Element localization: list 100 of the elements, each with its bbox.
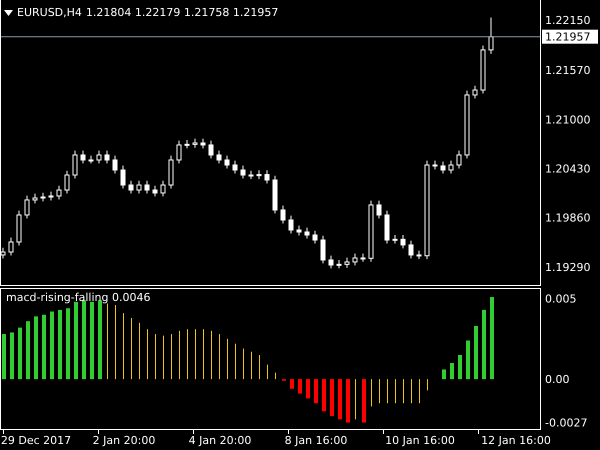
candlestick — [408, 240, 414, 259]
candlestick — [136, 180, 142, 194]
candlestick — [360, 253, 366, 262]
histogram-bar — [458, 354, 462, 380]
candlestick — [160, 180, 166, 197]
candlestick — [48, 191, 54, 201]
histogram-bar — [466, 340, 470, 380]
histogram-bar — [42, 314, 46, 380]
histogram-bar — [66, 308, 70, 380]
candlestick — [352, 253, 358, 266]
candlestick — [8, 237, 14, 256]
indicator-axis-label: 0.00 — [545, 373, 570, 386]
candlestick — [216, 150, 222, 164]
histogram-bar — [346, 379, 350, 423]
candlestick — [56, 185, 62, 200]
price-label: 1.22150 — [545, 14, 590, 28]
candlestick — [24, 195, 30, 219]
candlestick — [384, 210, 390, 244]
price-label: 1.21570 — [545, 64, 590, 78]
histogram-bar — [330, 379, 334, 416]
candlestick — [64, 170, 70, 194]
candlestick — [304, 227, 310, 239]
candlestick — [256, 170, 262, 180]
candlestick — [336, 260, 342, 269]
histogram-bar — [482, 310, 486, 380]
candlestick — [96, 150, 102, 164]
time-axis-label: 29 Dec 2017 — [0, 434, 72, 447]
candlestick — [456, 150, 462, 169]
candlestick — [432, 160, 438, 170]
histogram-bar — [450, 363, 454, 380]
price-label: 1.19860 — [545, 212, 590, 225]
indicator-title: macd-rising-falling 0.0046 — [6, 291, 150, 304]
candlestick — [480, 45, 486, 94]
histogram-bar — [2, 334, 6, 380]
candlestick — [144, 180, 150, 194]
candlestick — [120, 165, 126, 189]
candlestick — [368, 200, 374, 262]
time-axis-label: 8 Jan 16:00 — [284, 434, 348, 447]
candlestick — [296, 225, 302, 236]
candlestick — [112, 155, 118, 174]
candlestick — [416, 250, 422, 260]
candlestick — [176, 140, 182, 164]
candlestick — [32, 193, 38, 204]
time-axis-label: 10 Jan 16:00 — [385, 434, 455, 447]
histogram-bar — [442, 369, 446, 380]
candlestick — [232, 160, 238, 174]
candlestick — [392, 234, 398, 244]
candlestick — [152, 185, 158, 197]
candlestick — [288, 215, 294, 234]
time-axis-label: 12 Jan 16:00 — [481, 434, 551, 447]
histogram-bar — [58, 310, 62, 380]
candlestick — [272, 175, 278, 214]
histogram-bar — [50, 312, 54, 380]
candlestick — [312, 230, 318, 244]
histogram-bar — [474, 326, 478, 380]
price-label: 1.21000 — [545, 113, 590, 126]
candlestick — [240, 165, 246, 179]
indicator-axis-label: 0.005 — [545, 292, 576, 306]
candlestick — [472, 85, 478, 99]
current-price-label: 1.21957 — [542, 30, 598, 44]
candlestick — [344, 257, 350, 268]
candlestick — [488, 17, 494, 54]
candlestick — [88, 155, 94, 164]
histogram-bar — [26, 321, 30, 380]
candlestick — [224, 155, 230, 169]
caret-icon[interactable] — [4, 10, 13, 16]
candlestick — [104, 150, 110, 164]
histogram-bar — [322, 379, 326, 412]
candlestick — [184, 140, 190, 149]
histogram-bar — [298, 379, 302, 394]
time-axis-label: 2 Jan 20:00 — [92, 434, 156, 447]
time-axis-label: 4 Jan 20:00 — [188, 434, 252, 447]
histogram-bar — [306, 379, 310, 398]
histogram-bar — [314, 379, 318, 404]
candlestick — [248, 170, 254, 180]
candlestick — [264, 170, 270, 184]
histogram-bar — [34, 316, 38, 380]
histogram-bar — [290, 379, 294, 389]
quote-values: 1.21804 1.22179 1.21758 1.21957 — [86, 6, 278, 19]
histogram-bar — [18, 328, 22, 380]
candlestick — [168, 155, 174, 189]
candlestick — [464, 90, 470, 159]
candlestick — [16, 210, 22, 246]
candlestick — [320, 235, 326, 264]
histogram-bar — [10, 332, 14, 380]
candlestick — [208, 140, 214, 159]
indicator-axis-label: -0.0027 — [545, 416, 588, 430]
price-label: 1.20430 — [545, 162, 590, 176]
symbol-label: EURUSD,H4 — [17, 6, 82, 19]
candlestick — [128, 180, 134, 194]
histogram-bar — [362, 379, 366, 423]
candlestick — [328, 255, 334, 269]
candlestick — [200, 138, 206, 149]
candlestick — [448, 160, 454, 174]
price-label: 1.19290 — [545, 260, 590, 274]
candlestick — [440, 161, 446, 174]
candlestick — [376, 200, 382, 219]
candlestick — [40, 192, 46, 202]
candlestick — [72, 150, 78, 179]
candlestick — [280, 205, 286, 224]
